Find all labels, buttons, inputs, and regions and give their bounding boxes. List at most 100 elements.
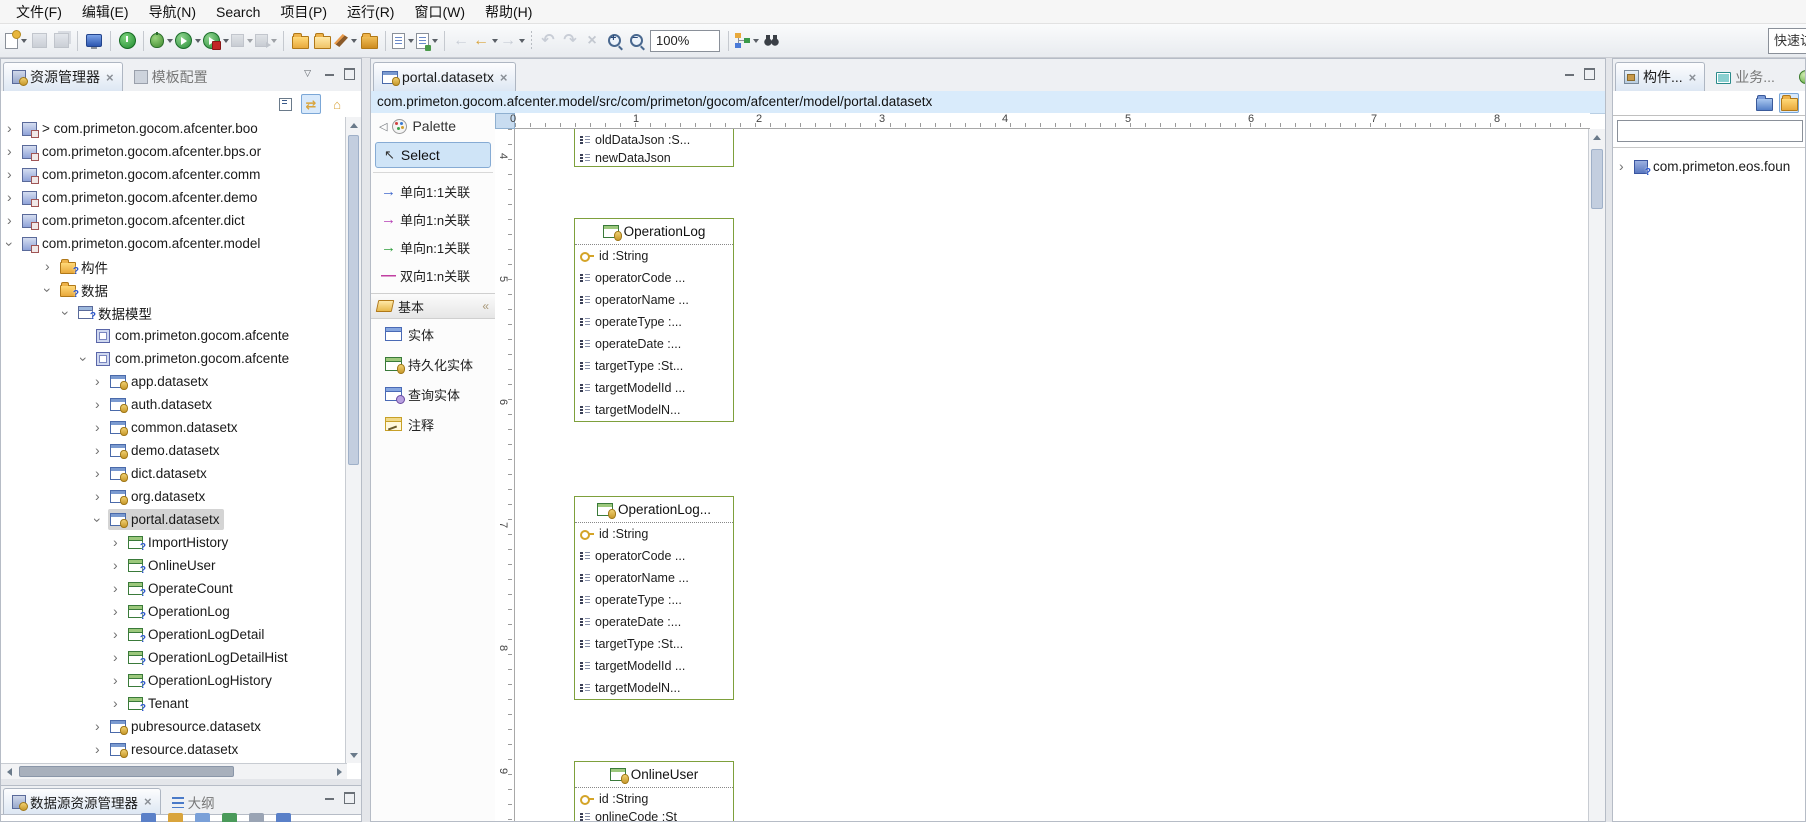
maximize-icon[interactable] [344,792,355,804]
tree-item-item[interactable]: ›数据 [1,278,347,301]
collapse-folder-button[interactable] [1754,93,1774,113]
tree-item-OperationLog[interactable]: ›OperationLog [1,600,347,623]
tree-item-OperationLogDetail[interactable]: ›OperationLogDetail [1,623,347,646]
minimize-icon[interactable] [325,792,334,801]
expand-arrow-icon[interactable]: › [113,649,118,665]
entity-field[interactable]: targetModelId ... [575,655,733,677]
expand-arrow-icon[interactable]: › [7,143,12,159]
run-secure-button[interactable] [203,29,229,53]
tree-item-pubresource.datasetx[interactable]: ›pubresource.datasetx [1,715,347,738]
entity-field[interactable]: operatorName ... [575,289,733,311]
collapse-palette-icon[interactable]: ◁ [379,120,387,133]
entity-field[interactable]: oldDataJson :S... [575,129,733,151]
palette-tool-1n[interactable]: —双向1:n关联 [371,261,495,289]
expand-arrow-icon[interactable]: › [113,580,118,596]
collapse-arrow-icon[interactable]: › [90,518,106,523]
filter-input[interactable] [1617,120,1803,142]
clipped-toolbar-icon[interactable] [195,813,210,822]
expand-arrow-icon[interactable]: › [95,465,100,481]
expand-arrow-icon[interactable]: › [113,557,118,573]
clipped-toolbar-icon[interactable] [276,813,291,822]
palette-item-item[interactable]: 注释 [371,409,495,439]
palette-item-item[interactable]: 实体 [371,319,495,349]
tree-item-dict.datasetx[interactable]: ›dict.datasetx [1,462,347,485]
collapse-all-button[interactable] [275,94,295,114]
tree-item-com.primeton.gocom.afcenter.boo[interactable]: ›> com.primeton.gocom.afcenter.boo [1,117,347,140]
clipped-toolbar-icon[interactable] [141,813,156,822]
entity-field[interactable]: targetType :St... [575,633,733,655]
tree-item-app.datasetx[interactable]: ›app.datasetx [1,370,347,393]
expand-arrow-icon[interactable]: › [113,672,118,688]
tab-portal-datasetx[interactable]: portal.datasetx × [373,62,516,91]
maximize-icon[interactable] [344,68,355,80]
menu-item-5[interactable]: 项目(P) [270,2,337,22]
scroll-up-icon[interactable] [1589,129,1605,145]
zoom-out-button[interactable] [626,29,646,53]
tree-item-com.primeton.eos.foun[interactable]: ›com.primeton.eos.foun [1613,155,1805,178]
find-button[interactable] [761,29,781,53]
tree-item-item[interactable]: ›数据模型 [1,301,347,324]
menu-item-8[interactable]: 帮助(H) [475,2,542,22]
scroll-left-icon[interactable] [1,764,17,780]
entity-field[interactable]: operateType :... [575,589,733,611]
relaunch-button[interactable] [255,29,277,53]
collapse-arrow-icon[interactable]: › [40,288,56,293]
eos-server-start-button[interactable] [117,29,137,53]
clipped-toolbar-icon[interactable] [249,813,264,822]
menu-item-1[interactable]: 文件(F) [6,2,72,22]
link-with-editor-button[interactable]: ⇄ [301,94,321,114]
tree-item-ImportHistory[interactable]: ›ImportHistory [1,531,347,554]
tree-item-OperateCount[interactable]: ›OperateCount [1,577,347,600]
forward-disabled-button[interactable]: → [500,29,525,53]
entity-field[interactable]: operatorCode ... [575,545,733,567]
entity-field[interactable]: id :String [575,245,733,267]
debug-button[interactable] [150,29,173,53]
tree-item-resource.datasetx[interactable]: ›resource.datasetx [1,738,347,761]
tree-item-org.datasetx[interactable]: ›org.datasetx [1,485,347,508]
tree-item-OperationLogDetailHist[interactable]: ›OperationLogDetailHist [1,646,347,669]
scrollbar-thumb[interactable] [348,135,359,465]
tree-horizontal-scrollbar[interactable] [1,763,347,779]
menu-item-7[interactable]: 窗口(W) [404,2,475,22]
tree-item-OnlineUser[interactable]: ›OnlineUser [1,554,347,577]
expand-arrow-icon[interactable]: › [95,718,100,734]
tab-item[interactable]: 模板配置 [125,62,221,91]
entity-field[interactable]: targetModelN... [575,677,733,699]
close-icon[interactable]: × [106,70,114,85]
tree-item-demo.datasetx[interactable]: ›demo.datasetx [1,439,347,462]
scrollbar-thumb[interactable] [19,766,234,777]
menu-item-2[interactable]: 编辑(E) [72,2,139,22]
expand-arrow-icon[interactable]: › [1619,158,1624,174]
tree-item-com.primeton.gocom.afcenter.model[interactable]: ›com.primeton.gocom.afcenter.model [1,232,347,255]
entity-field[interactable]: operatorCode ... [575,267,733,289]
clipped-toolbar-icon[interactable] [168,813,183,822]
scroll-right-icon[interactable] [331,764,347,780]
scrollbar-thumb[interactable] [1591,149,1603,209]
minimize-icon[interactable] [325,68,334,77]
tree-item-com.primeton.gocom.afcenter.dict[interactable]: ›com.primeton.gocom.afcenter.dict [1,209,347,232]
entity-field[interactable]: targetType :St... [575,355,733,377]
entity-field[interactable]: id :String [575,788,733,810]
expand-arrow-icon[interactable]: › [113,626,118,642]
tree-item-OperationLogHistory[interactable]: ›OperationLogHistory [1,669,347,692]
breadcrumb[interactable]: com.primeton.gocom.afcenter.model/src/co… [371,91,1605,114]
expand-arrow-icon[interactable]: › [45,258,50,274]
expand-arrow-icon[interactable]: › [113,534,118,550]
tree-item-auth.datasetx[interactable]: ›auth.datasetx [1,393,347,416]
palette-item-item[interactable]: 持久化实体 [371,349,495,379]
entity-OperationLog...[interactable]: OperationLog...id :StringoperatorCode ..… [574,496,734,700]
tree-item-com.primeton.gocom.afcenter.demo[interactable]: ›com.primeton.gocom.afcenter.demo [1,186,347,209]
palette-item-item[interactable]: 查询实体 [371,379,495,409]
expand-arrow-icon[interactable]: › [95,741,100,757]
tree-item-com.primeton.gocom.afcenter.comm[interactable]: ›com.primeton.gocom.afcenter.comm [1,163,347,186]
back-button[interactable]: ← [473,29,498,53]
diagram-canvas[interactable]: oldDataJson :S...newDataJsonOperationLog… [515,129,1590,821]
close-icon[interactable]: × [144,794,152,809]
expand-arrow-icon[interactable]: › [113,603,118,619]
tree-item-Tenant[interactable]: ›Tenant [1,692,347,715]
palette-drawer-basic[interactable]: 基本 « [371,293,495,319]
entity-field[interactable]: id :String [575,523,733,545]
close-icon[interactable]: × [500,70,508,85]
redo-disabled-button[interactable]: ↷ [560,29,580,53]
tree-item-portal.datasetx[interactable]: ›portal.datasetx [1,508,347,531]
